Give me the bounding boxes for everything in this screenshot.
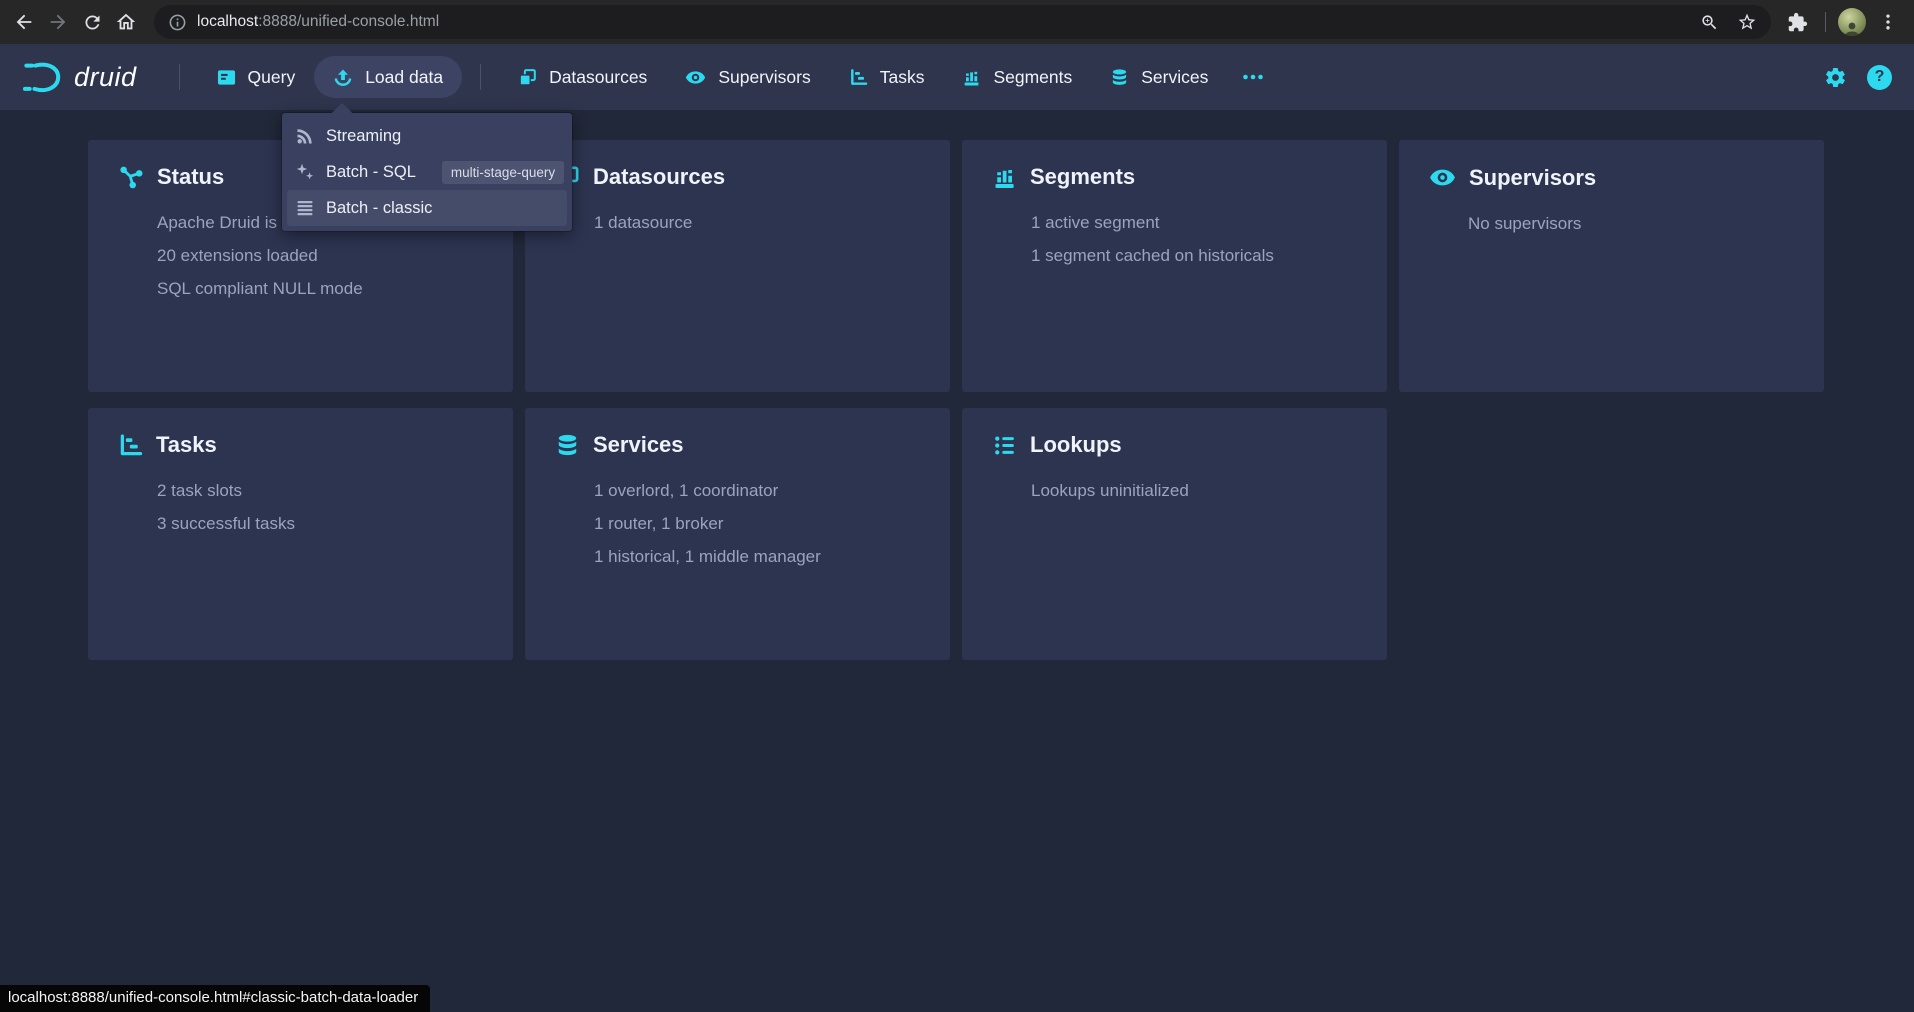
- database-icon: [555, 433, 580, 458]
- card-title: Datasources: [593, 164, 725, 190]
- nav-item-label: Supervisors: [718, 67, 810, 88]
- menu-item-label: Streaming: [326, 127, 401, 146]
- settings-gear-icon[interactable]: [1824, 66, 1847, 89]
- nav-item-tasks[interactable]: Tasks: [830, 56, 944, 98]
- card-line: 1 segment cached on historicals: [1031, 239, 1357, 272]
- help-icon[interactable]: ?: [1867, 65, 1892, 90]
- card-line: 1 historical, 1 middle manager: [594, 540, 920, 573]
- bar-chart-icon: [992, 165, 1017, 190]
- nav-more-icon[interactable]: [1227, 65, 1279, 89]
- browser-menu-icon[interactable]: [1876, 10, 1900, 34]
- zoom-icon[interactable]: [1700, 13, 1719, 32]
- query-icon: [217, 68, 236, 87]
- nav-item-label: Load data: [365, 67, 443, 88]
- menu-item-streaming[interactable]: Streaming: [287, 118, 567, 154]
- nav-item-label: Datasources: [549, 67, 647, 88]
- url-text: localhost:8888/unified-console.html: [197, 13, 439, 31]
- card-title: Lookups: [1030, 432, 1122, 458]
- nav-item-datasources[interactable]: Datasources: [499, 56, 666, 98]
- card-line: 1 active segment: [1031, 206, 1357, 239]
- card-line: 3 successful tasks: [157, 507, 483, 540]
- tasks-card[interactable]: Tasks 2 task slots 3 successful tasks: [88, 408, 513, 660]
- nav-item-label: Segments: [993, 67, 1072, 88]
- card-title: Supervisors: [1469, 165, 1596, 191]
- bookmark-star-icon[interactable]: [1737, 12, 1757, 32]
- profile-avatar[interactable]: [1838, 8, 1866, 36]
- nav-item-supervisors[interactable]: Supervisors: [666, 56, 829, 98]
- load-data-menu: Streaming Batch - SQL multi-stage-query …: [282, 113, 572, 231]
- link-preview-statusbar: localhost:8888/unified-console.html#clas…: [0, 985, 430, 1012]
- eye-icon: [1429, 164, 1456, 191]
- card-line: 1 datasource: [594, 206, 920, 239]
- lookups-card[interactable]: Lookups Lookups uninitialized: [962, 408, 1387, 660]
- datasources-icon: [518, 68, 537, 87]
- card-line: 1 overlord, 1 coordinator: [594, 474, 920, 507]
- nav-item-label: Query: [248, 67, 296, 88]
- browser-toolbar: localhost:8888/unified-console.html: [0, 0, 1914, 44]
- nav-divider: [179, 64, 180, 90]
- gantt-icon: [849, 68, 868, 87]
- card-title: Segments: [1030, 164, 1135, 190]
- card-line: SQL compliant NULL mode: [157, 272, 483, 305]
- druid-logo[interactable]: druid: [22, 58, 161, 96]
- menu-item-batch-classic[interactable]: Batch - classic: [287, 190, 567, 226]
- gantt-icon: [118, 433, 143, 458]
- site-info-icon[interactable]: [168, 13, 187, 32]
- brand-name: druid: [74, 62, 137, 93]
- feed-icon: [295, 126, 315, 146]
- multi-stage-query-tag: multi-stage-query: [442, 161, 564, 184]
- card-title: Status: [157, 164, 224, 190]
- nav-divider: [480, 64, 481, 90]
- nav-item-services[interactable]: Services: [1091, 56, 1227, 98]
- menu-item-label: Batch - SQL: [326, 163, 416, 182]
- card-line: 2 task slots: [157, 474, 483, 507]
- address-bar[interactable]: localhost:8888/unified-console.html: [154, 5, 1771, 39]
- services-card[interactable]: Services 1 overlord, 1 coordinator 1 rou…: [525, 408, 950, 660]
- sparkles-icon: [295, 162, 315, 182]
- menu-item-label: Batch - classic: [326, 199, 432, 218]
- druid-header: druid Query Load data Datasources Superv…: [0, 44, 1914, 110]
- datasources-card[interactable]: Datasources 1 datasource: [525, 140, 950, 392]
- segments-card[interactable]: Segments 1 active segment 1 segment cach…: [962, 140, 1387, 392]
- supervisors-card[interactable]: Supervisors No supervisors: [1399, 140, 1824, 392]
- nav-item-label: Services: [1141, 67, 1208, 88]
- nav-item-query[interactable]: Query: [198, 56, 315, 98]
- nav-item-label: Tasks: [880, 67, 925, 88]
- card-line: No supervisors: [1468, 207, 1794, 240]
- database-icon: [1110, 68, 1129, 87]
- card-line: 1 router, 1 broker: [594, 507, 920, 540]
- menu-item-batch-sql[interactable]: Batch - SQL multi-stage-query: [287, 154, 567, 190]
- home-icon[interactable]: [114, 10, 138, 34]
- back-icon[interactable]: [12, 10, 36, 34]
- card-line: Lookups uninitialized: [1031, 474, 1357, 507]
- bar-chart-icon: [962, 68, 981, 87]
- stacked-lines-icon: [295, 198, 315, 218]
- toolbar-divider: [1825, 12, 1826, 32]
- extensions-icon[interactable]: [1785, 10, 1809, 34]
- nav-item-load-data[interactable]: Load data: [314, 56, 462, 98]
- card-line: 20 extensions loaded: [157, 239, 483, 272]
- reload-icon[interactable]: [80, 10, 104, 34]
- card-title: Services: [593, 432, 684, 458]
- status-graph-icon: [118, 164, 144, 190]
- nav-item-segments[interactable]: Segments: [943, 56, 1091, 98]
- url-host: localhost: [197, 13, 258, 30]
- url-path: :8888/unified-console.html: [258, 13, 439, 30]
- list-icon: [992, 433, 1017, 458]
- upload-icon: [333, 67, 353, 87]
- forward-icon[interactable]: [46, 10, 70, 34]
- card-title: Tasks: [156, 432, 217, 458]
- eye-icon: [685, 67, 706, 88]
